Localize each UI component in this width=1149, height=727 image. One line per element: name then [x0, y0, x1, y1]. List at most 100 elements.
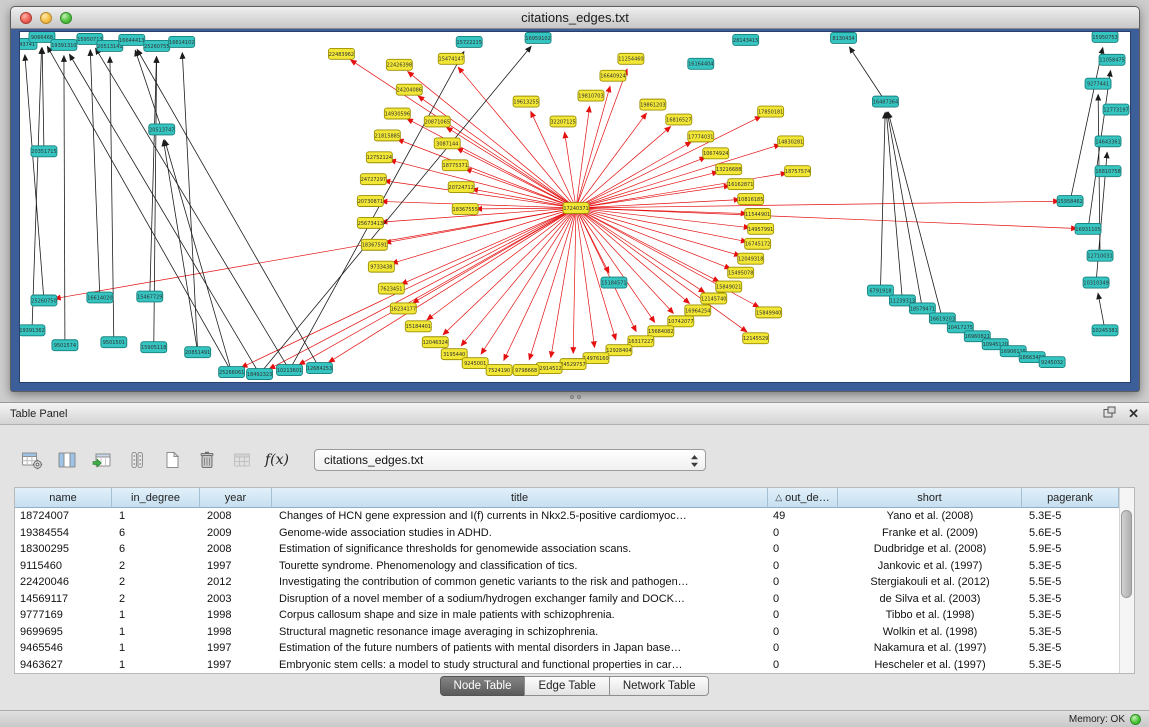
graph-node[interactable]: 14957991 — [748, 223, 774, 234]
float-panel-icon[interactable] — [1103, 405, 1116, 423]
graph-node[interactable]: 15905118 — [141, 342, 167, 353]
scrollbar-thumb[interactable] — [1121, 510, 1132, 598]
table-row[interactable]: 911546021997Tourette syndrome. Phenomeno… — [15, 558, 1119, 575]
graph-node[interactable]: 19391310 — [51, 39, 77, 50]
graph-node[interactable]: 9733438 — [368, 261, 394, 272]
graph-node[interactable]: 12046324 — [422, 337, 448, 348]
graph-node[interactable]: 19810703 — [578, 90, 604, 101]
graph-node[interactable]: 16162871 — [728, 179, 754, 190]
graph-node[interactable]: 20871065 — [424, 116, 450, 127]
table-row[interactable]: 1938455462009Genome-wide association stu… — [15, 525, 1119, 542]
graph-node[interactable]: 19861203 — [640, 99, 666, 110]
graph-node[interactable]: 16487364 — [872, 96, 898, 107]
graph-node[interactable]: 11058475 — [1099, 54, 1125, 65]
table-row[interactable]: 977716911998Corpus callosum shape and si… — [15, 607, 1119, 624]
graph-node[interactable]: 7623451 — [378, 283, 404, 294]
column-header[interactable]: year — [200, 488, 272, 508]
graph-node[interactable]: 16959102 — [525, 32, 551, 43]
graph-node[interactable]: 15184571 — [601, 277, 627, 288]
graph-node[interactable]: 25260750 — [31, 295, 57, 306]
import-table-icon[interactable] — [90, 448, 114, 472]
graph-node[interactable]: 16644413 — [119, 34, 145, 45]
graph-node[interactable]: 11254460 — [618, 53, 644, 64]
graph-node[interactable]: 15467729 — [137, 291, 163, 302]
graph-node[interactable]: 12773197 — [1103, 104, 1129, 115]
table-row[interactable]: 2242004622012Investigating the contribut… — [15, 574, 1119, 591]
graph-node[interactable]: 15684082 — [648, 326, 674, 337]
table-row[interactable]: 969969511998Structural magnetic resonanc… — [15, 624, 1119, 641]
new-table-icon[interactable] — [160, 448, 184, 472]
graph-node[interactable]: 10742077 — [668, 316, 694, 327]
split-pane-handle[interactable] — [565, 394, 585, 400]
graph-node[interactable]: 14930596 — [384, 108, 410, 119]
column-header[interactable]: title — [272, 488, 768, 508]
column-header[interactable]: in_degree — [112, 488, 200, 508]
graph-node[interactable]: 28143415 — [733, 34, 759, 45]
graph-node[interactable]: 8130434 — [831, 32, 857, 43]
graph-node[interactable]: 20730871 — [357, 196, 383, 207]
graph-node[interactable]: 18367555 — [452, 204, 478, 215]
graph-node[interactable]: 12684253 — [306, 363, 332, 374]
graph-node[interactable]: 16614102 — [169, 36, 195, 47]
graph-node[interactable]: 18579471 — [909, 303, 935, 314]
graph-node[interactable]: 16816527 — [666, 114, 692, 125]
graph-node[interactable]: 25673413 — [357, 217, 383, 228]
graph-node[interactable]: 22483962 — [328, 48, 354, 59]
column-header[interactable]: short — [838, 488, 1022, 508]
graph-node[interactable]: 11544901 — [745, 208, 771, 219]
graph-node[interactable]: 19613255 — [513, 96, 539, 107]
graph-node[interactable]: 15958462 — [1057, 196, 1083, 207]
graph-node[interactable]: 9798668 — [513, 365, 539, 376]
graph-node[interactable]: 7524190 — [486, 365, 512, 376]
table-row[interactable]: 1456911722003Disruption of a novel membe… — [15, 591, 1119, 608]
zoom-window-button[interactable] — [60, 12, 72, 24]
graph-node[interactable]: 19391362 — [20, 325, 45, 336]
table-row[interactable]: 946554611997Estimation of the future num… — [15, 640, 1119, 657]
show-columns-icon[interactable] — [55, 448, 79, 472]
table-settings-icon[interactable] — [20, 448, 44, 472]
graph-node[interactable]: 15849940 — [756, 307, 782, 318]
graph-node[interactable]: 24204086 — [396, 84, 422, 95]
graph-node[interactable]: 22426398 — [386, 59, 412, 70]
delete-table-icon[interactable] — [195, 448, 219, 472]
graph-node[interactable]: 10245381 — [1092, 325, 1118, 336]
graph-node[interactable]: 20513747 — [149, 124, 175, 135]
graph-node[interactable]: 16234177 — [390, 303, 416, 314]
graph-node[interactable]: 15849021 — [716, 281, 742, 292]
graph-node[interactable]: 25266061 — [219, 367, 245, 378]
graph-node[interactable]: 14643361 — [1095, 136, 1121, 147]
graph-node[interactable]: 20851491 — [185, 347, 211, 358]
close-window-button[interactable] — [20, 12, 32, 24]
graph-node[interactable]: 9501574 — [52, 340, 78, 351]
graph-node[interactable]: 21815885 — [374, 130, 400, 141]
tab-network-table[interactable]: Network Table — [609, 676, 710, 696]
vertical-scrollbar[interactable] — [1119, 488, 1134, 673]
graph-node[interactable]: 16640924 — [600, 70, 626, 81]
table-row[interactable]: 1830029562008Estimation of significance … — [15, 541, 1119, 558]
graph-node[interactable]: 24529757 — [560, 359, 586, 370]
graph-node[interactable]: 9245001 — [462, 358, 488, 369]
graph-node[interactable]: 20724712 — [448, 182, 474, 193]
graph-node[interactable]: 17240371 — [563, 203, 589, 214]
graph-node[interactable]: 6791918 — [867, 285, 893, 296]
graph-node[interactable]: 16614020 — [87, 292, 113, 303]
graph-node[interactable]: 16810758 — [1095, 166, 1121, 177]
column-header[interactable]: pagerank — [1022, 488, 1119, 508]
graph-node[interactable]: 15184401 — [405, 321, 431, 332]
graph-node[interactable]: 24727297 — [360, 174, 386, 185]
column-header[interactable]: △out_de… — [768, 488, 838, 508]
graph-node[interactable]: 12914512 — [536, 363, 562, 374]
graph-node[interactable]: 10816185 — [738, 194, 764, 205]
graph-node[interactable]: 13216688 — [716, 164, 742, 175]
column-header[interactable]: name — [15, 488, 112, 508]
graph-node[interactable]: 15722215 — [456, 36, 482, 47]
network-canvas[interactable]: 17240371 24204086 14930596 21815885 12752124… — [19, 31, 1131, 383]
graph-node[interactable]: 3087144 — [434, 138, 460, 149]
graph-node[interactable]: 12752124 — [366, 152, 392, 163]
graph-node[interactable]: 10674924 — [703, 148, 729, 159]
graph-node[interactable]: 17774031 — [688, 131, 714, 142]
graph-node[interactable]: 12710031 — [1087, 250, 1113, 261]
graph-node[interactable]: 12928404 — [606, 345, 632, 356]
graph-svg[interactable]: 17240371 24204086 14930596 21815885 12752124… — [20, 32, 1130, 382]
table-row[interactable]: 946362711997Embryonic stem cells: a mode… — [15, 657, 1119, 674]
